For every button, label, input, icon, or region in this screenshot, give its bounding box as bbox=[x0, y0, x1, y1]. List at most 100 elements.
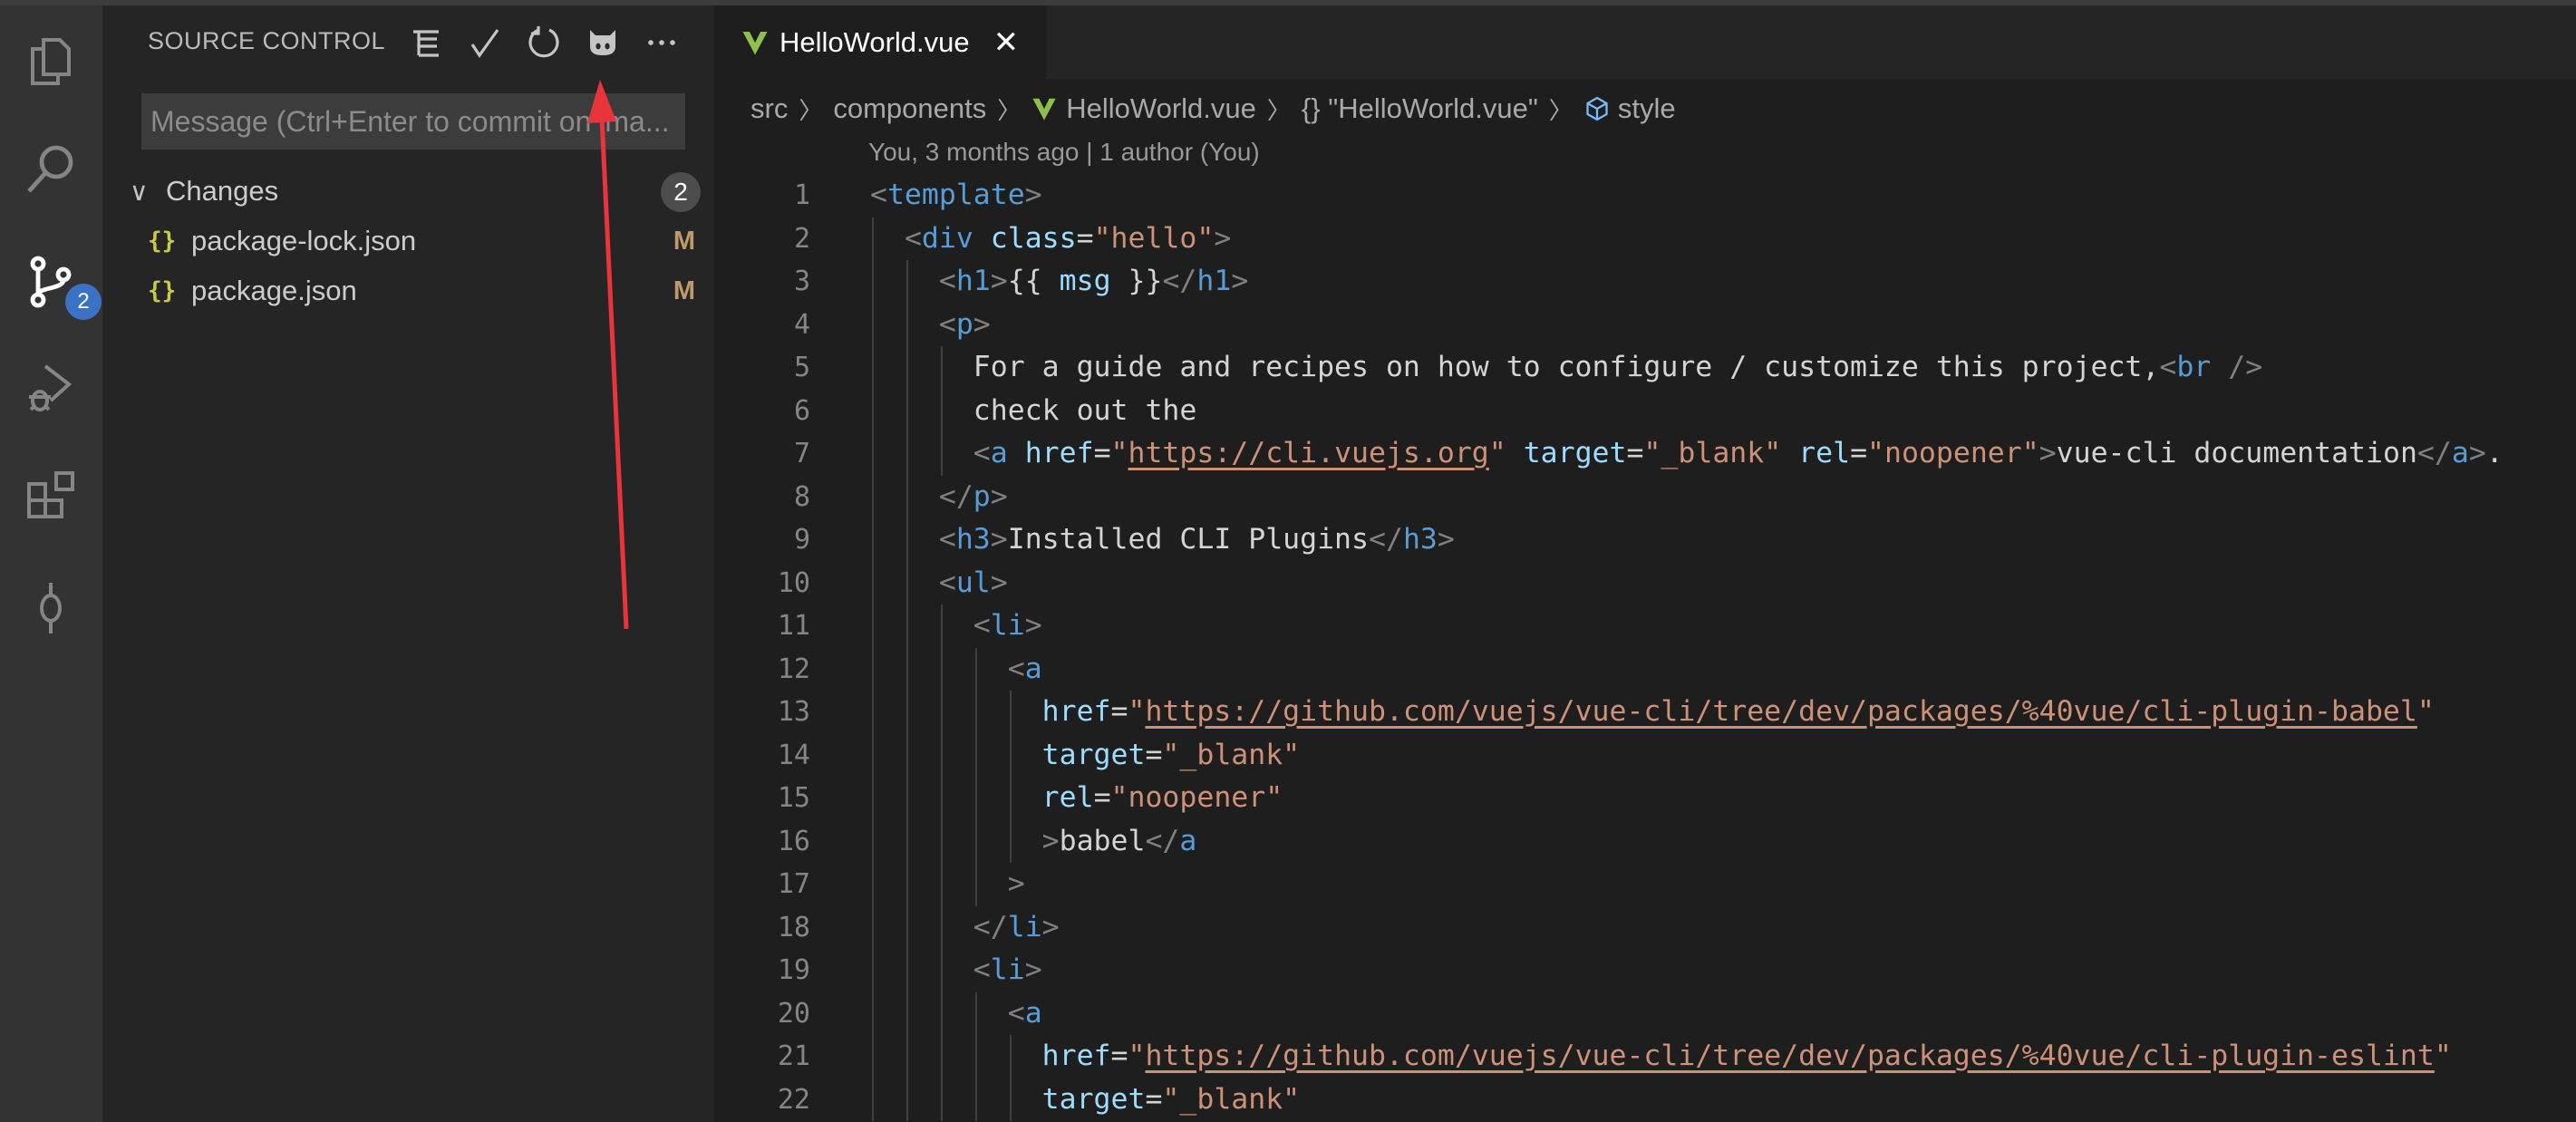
line-number: 22 bbox=[777, 1083, 810, 1116]
breadcrumb-item[interactable]: style bbox=[1618, 92, 1676, 125]
code-token: a bbox=[2451, 437, 2469, 469]
indent-guide bbox=[974, 819, 977, 863]
github-extension-button[interactable] bbox=[580, 20, 625, 65]
code-token: "noopener" bbox=[1867, 437, 2039, 469]
code-token: target bbox=[1041, 1082, 1146, 1116]
code-token[interactable]: https://github.com/vuejs/vue-cli/tree/de… bbox=[1145, 695, 2416, 728]
indent-guide bbox=[872, 905, 874, 949]
line-number: 14 bbox=[777, 739, 810, 771]
commit-message-input[interactable] bbox=[141, 93, 685, 150]
code-token: class bbox=[990, 221, 1077, 255]
refresh-button[interactable] bbox=[521, 20, 567, 65]
line-number: 18 bbox=[777, 911, 810, 943]
chevron-down-icon: ∨ bbox=[130, 177, 149, 206]
changed-file-item[interactable]: {} package-lock.json M bbox=[148, 218, 710, 265]
indent-guide bbox=[905, 260, 908, 304]
code-token[interactable]: https://github.com/vuejs/vue-cli/tree/de… bbox=[1145, 1040, 2434, 1072]
breadcrumb-item[interactable]: src bbox=[751, 92, 788, 125]
indent-guide bbox=[872, 561, 874, 605]
code-token: </ bbox=[1145, 824, 1180, 857]
indent-guide bbox=[905, 863, 908, 906]
indent-guide bbox=[940, 949, 943, 992]
code-token: < bbox=[870, 179, 887, 211]
changed-file-item[interactable]: {} package.json M bbox=[148, 267, 710, 314]
source-control-panel: SOURCE CONTROL ∨ Changes 2 {} package-lo… bbox=[102, 5, 714, 1122]
indent-guide bbox=[905, 1035, 908, 1078]
code-token: " bbox=[2434, 1040, 2452, 1072]
search-icon[interactable] bbox=[18, 137, 83, 202]
indent-guide bbox=[1009, 691, 1012, 734]
code-token: </ bbox=[938, 479, 973, 513]
indent-guide bbox=[872, 605, 874, 648]
code-token: = bbox=[1076, 221, 1094, 255]
code-token: </ bbox=[2416, 437, 2452, 469]
code-token: target bbox=[1041, 738, 1146, 771]
code-token: href bbox=[1041, 1040, 1111, 1072]
code-token: " bbox=[1128, 695, 1146, 728]
extensions-icon[interactable] bbox=[18, 462, 83, 527]
code-token: template bbox=[886, 179, 1025, 211]
code-line: <li> bbox=[870, 605, 1042, 648]
cube-symbol-icon bbox=[1586, 96, 1608, 121]
tab-helloworld-vue[interactable]: HelloWorld.vue ✕ bbox=[714, 5, 1046, 79]
indent-guide bbox=[872, 863, 874, 906]
indent-guide bbox=[872, 647, 874, 691]
code-line: </li> bbox=[870, 905, 1060, 949]
breadcrumb-item[interactable]: HelloWorld.vue bbox=[1066, 92, 1256, 125]
code-token: > bbox=[1024, 609, 1042, 642]
breadcrumb-item[interactable]: components bbox=[833, 92, 986, 125]
code-token: }} bbox=[1110, 265, 1163, 297]
line-number: 16 bbox=[777, 825, 810, 857]
git-blame-codelens[interactable]: You, 3 months ago | 1 author (You) bbox=[868, 138, 1260, 167]
code-token: < bbox=[938, 307, 956, 341]
indent-guide bbox=[872, 389, 874, 432]
code-token: "_blank" bbox=[1643, 437, 1782, 469]
indent-guide bbox=[940, 777, 943, 820]
scm-badge: 2 bbox=[65, 284, 102, 320]
code-token: = bbox=[1626, 437, 1644, 469]
code-token: < bbox=[973, 609, 991, 642]
indent-guide bbox=[940, 863, 943, 906]
code-token: "hello" bbox=[1093, 221, 1215, 255]
line-number: 19 bbox=[777, 954, 810, 986]
code-line: <template> bbox=[870, 174, 1042, 218]
code-token: < bbox=[2159, 351, 2177, 383]
changes-group-header[interactable]: ∨ Changes 2 bbox=[130, 169, 701, 214]
breadcrumb-item[interactable]: {} "HelloWorld.vue" bbox=[1302, 92, 1538, 125]
code-token: rel bbox=[1798, 437, 1851, 469]
more-actions-button[interactable] bbox=[639, 20, 684, 65]
view-as-tree-button[interactable] bbox=[403, 20, 449, 65]
commit-button[interactable] bbox=[462, 20, 508, 65]
line-number: 10 bbox=[777, 566, 810, 599]
indent-guide bbox=[940, 346, 943, 390]
code-token: </ bbox=[1369, 523, 1403, 556]
code-token: > bbox=[1007, 867, 1025, 900]
explorer-icon[interactable] bbox=[18, 29, 83, 94]
code-token[interactable]: https://cli.vuejs.org bbox=[1128, 437, 1489, 469]
list-tree-icon bbox=[413, 30, 439, 57]
code-token: h3 bbox=[955, 523, 991, 556]
indent-guide bbox=[940, 905, 943, 949]
indent-guide bbox=[1009, 733, 1012, 777]
check-icon bbox=[470, 29, 499, 58]
git-commit-icon[interactable] bbox=[18, 576, 83, 641]
indent-guide bbox=[872, 303, 874, 346]
code-token: < bbox=[938, 566, 956, 599]
line-number: 12 bbox=[777, 653, 810, 685]
source-control-icon[interactable]: 2 bbox=[18, 249, 102, 320]
chevron-right-icon: 〉 bbox=[799, 96, 823, 124]
line-number: 3 bbox=[793, 266, 810, 297]
close-tab-icon[interactable]: ✕ bbox=[993, 24, 1020, 61]
code-token: > bbox=[1041, 910, 1060, 943]
code-token: " bbox=[1128, 1040, 1146, 1072]
json-file-icon: {} bbox=[148, 277, 177, 305]
run-debug-icon[interactable] bbox=[18, 355, 83, 421]
indent-guide bbox=[872, 346, 874, 390]
code-token: "_blank" bbox=[1162, 1082, 1301, 1116]
